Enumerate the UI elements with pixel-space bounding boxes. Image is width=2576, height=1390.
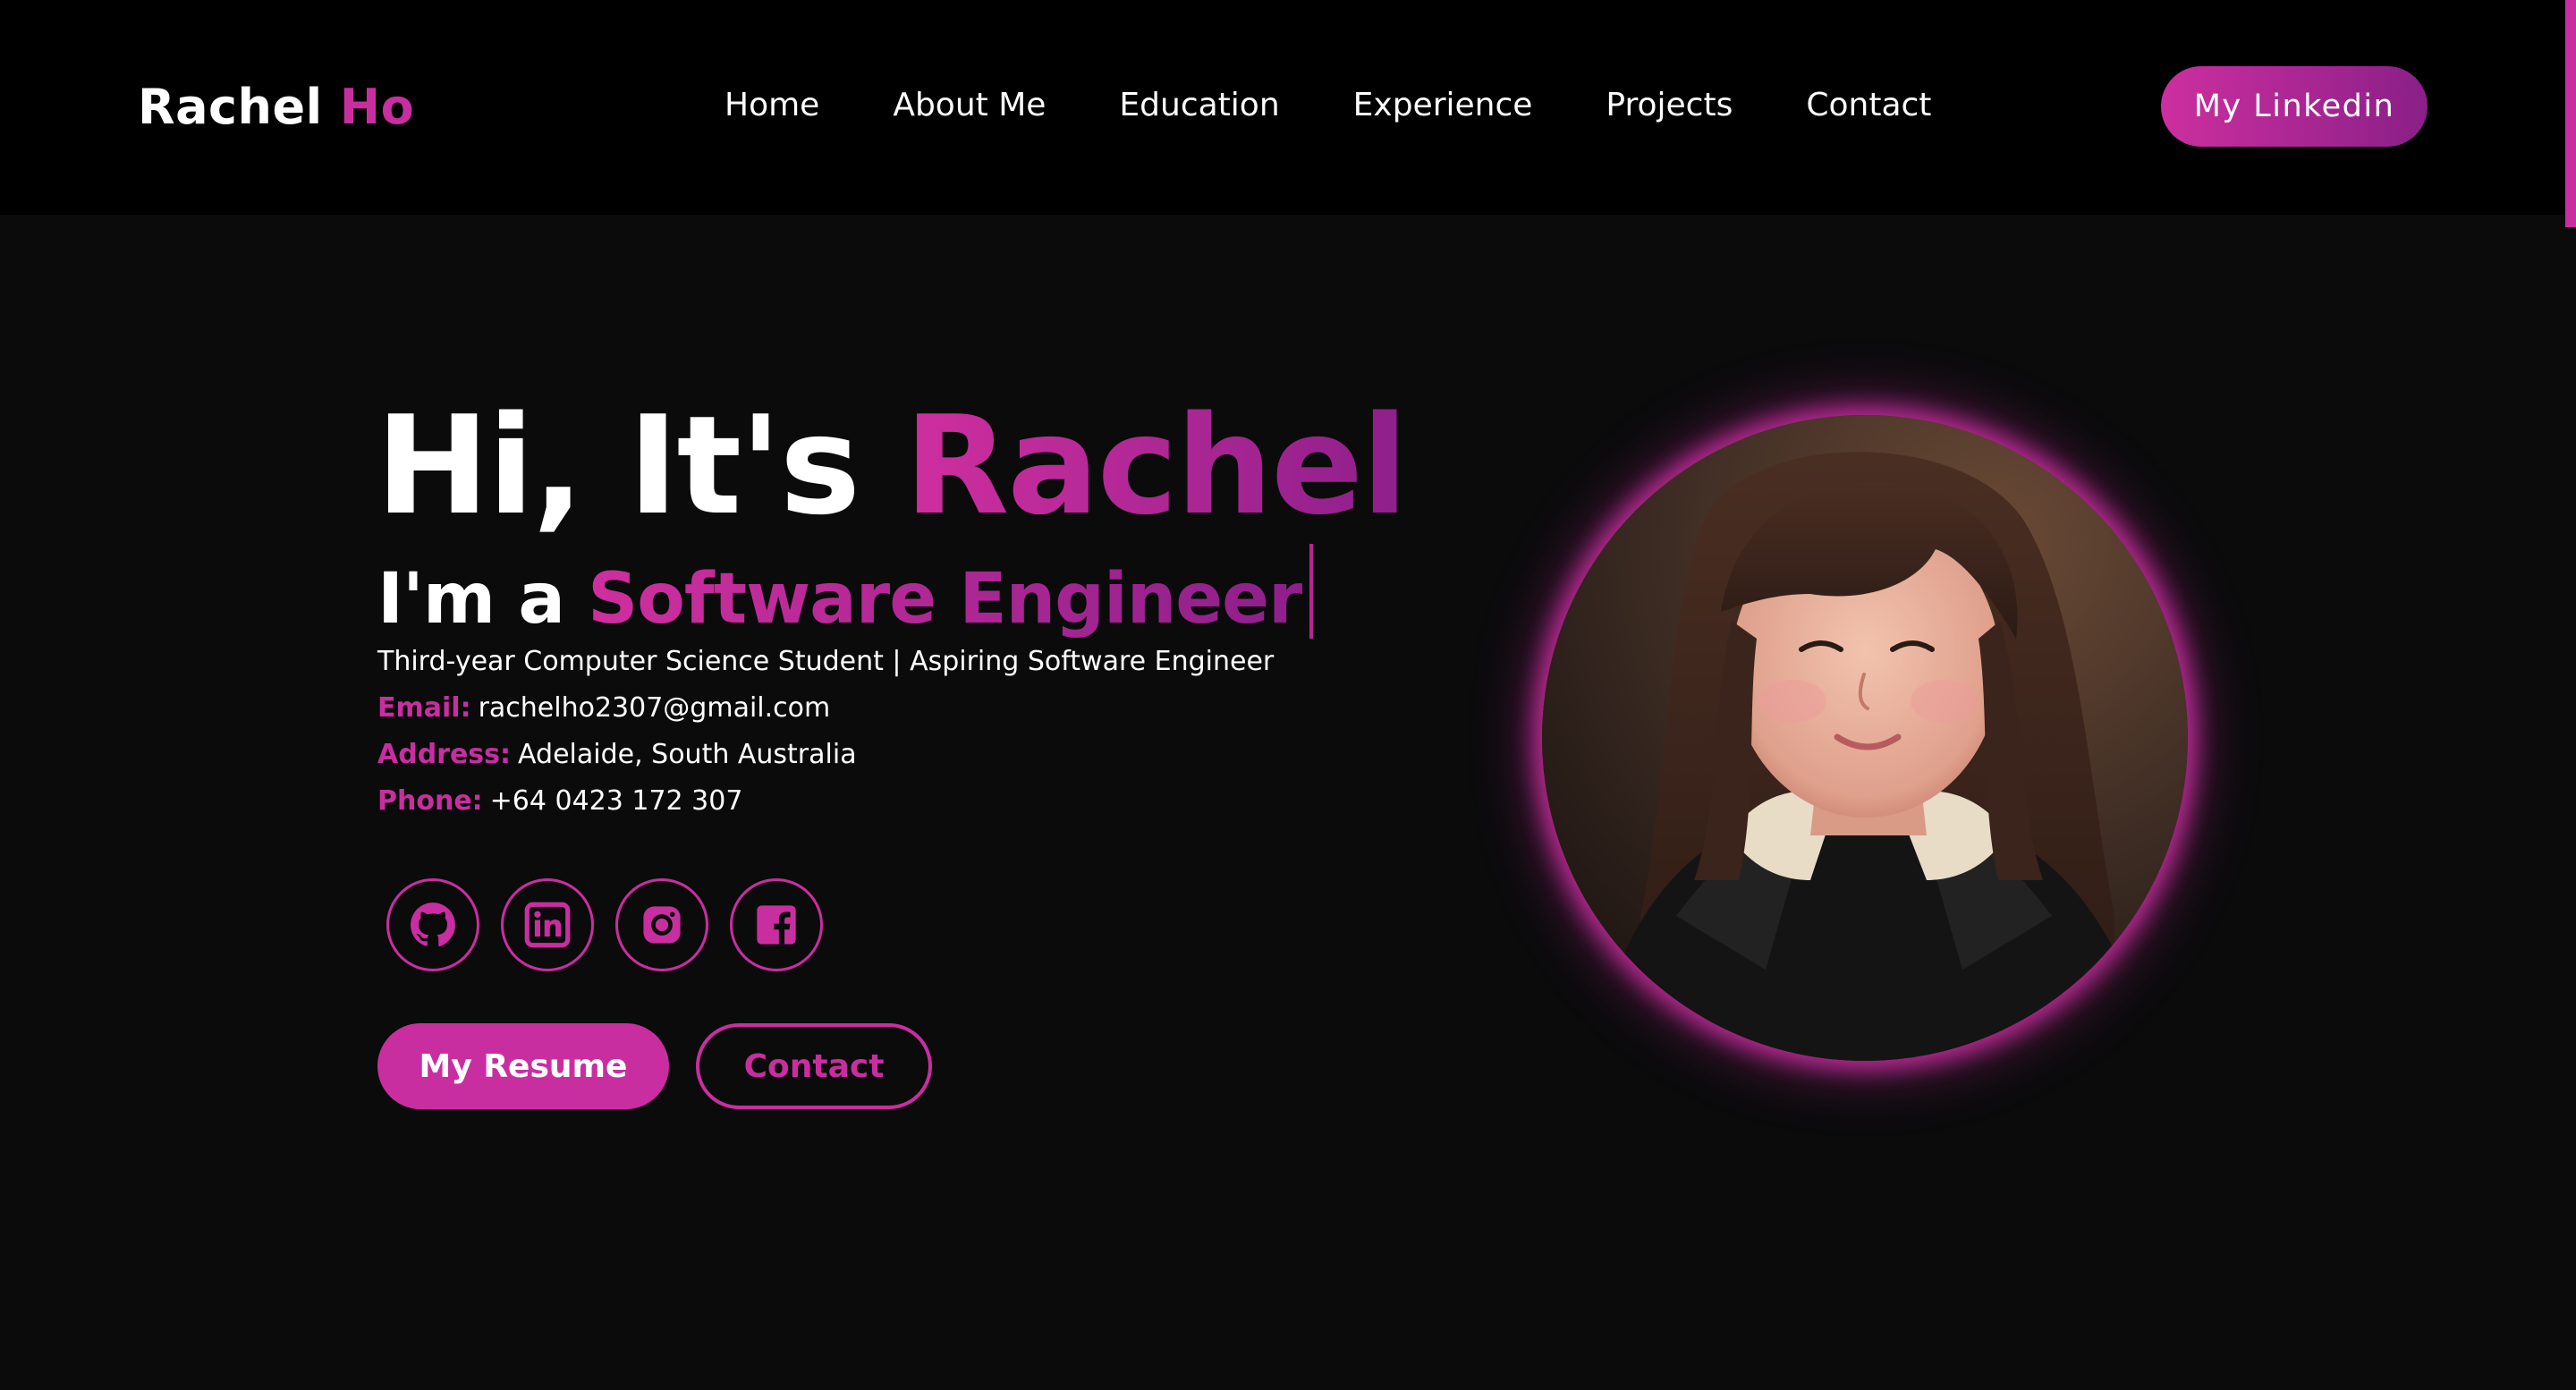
nav-about-me[interactable]: About Me <box>893 79 1046 132</box>
hero-name: Rachel <box>904 386 1408 545</box>
profile-photo <box>1542 415 2188 1061</box>
github-icon <box>411 903 455 947</box>
address-label: Address: <box>377 739 512 770</box>
role-text: Software Engineer <box>588 559 1302 640</box>
typing-caret <box>1309 544 1313 639</box>
hero-title: Hi, It's Rachel <box>376 390 1408 542</box>
email-label: Email: <box>377 692 471 724</box>
social-links <box>386 878 823 971</box>
resume-button[interactable]: My Resume <box>377 1023 669 1109</box>
phone-value: +64 0423 172 307 <box>489 785 743 817</box>
site-header: Rachel Ho Home About Me Education Experi… <box>0 0 2576 215</box>
nav-experience[interactable]: Experience <box>1353 79 1533 132</box>
role-prefix: I'm a <box>377 559 565 640</box>
hero-greeting: Hi, It's <box>376 386 860 545</box>
site-logo[interactable]: Rachel Ho <box>138 72 414 143</box>
scrollbar-thumb[interactable] <box>2565 0 2576 227</box>
facebook-icon <box>757 905 796 945</box>
phone-row: Phone: +64 0423 172 307 <box>377 782 742 821</box>
nav-education[interactable]: Education <box>1119 79 1279 132</box>
linkedin-link[interactable] <box>501 878 594 971</box>
nav-projects[interactable]: Projects <box>1606 79 1733 132</box>
phone-label: Phone: <box>377 785 483 817</box>
linkedin-button[interactable]: My Linkedin <box>2161 66 2428 147</box>
nav-home[interactable]: Home <box>724 79 819 132</box>
hero-tagline: Third-year Computer Science Student | As… <box>377 646 1275 677</box>
instagram-icon <box>643 906 681 944</box>
logo-first-name: Rachel <box>138 79 323 135</box>
address-row: Address: Adelaide, South Australia <box>377 735 857 775</box>
address-value: Adelaide, South Australia <box>518 739 857 770</box>
facebook-link[interactable] <box>730 878 823 971</box>
nav-contact[interactable]: Contact <box>1806 79 1931 132</box>
github-link[interactable] <box>386 878 479 971</box>
email-row: Email: rachelho2307@gmail.com <box>377 689 830 728</box>
contact-button[interactable]: Contact <box>696 1023 932 1109</box>
hero-role: I'm a Software Engineer <box>377 544 1313 644</box>
instagram-link[interactable] <box>615 878 708 971</box>
email-value: rachelho2307@gmail.com <box>478 692 831 724</box>
main-nav: Home About Me Education Experience Proje… <box>724 79 1931 132</box>
profile-portrait-illustration <box>1542 415 2188 1061</box>
linkedin-icon <box>524 902 571 948</box>
logo-last-name: Ho <box>339 79 415 135</box>
